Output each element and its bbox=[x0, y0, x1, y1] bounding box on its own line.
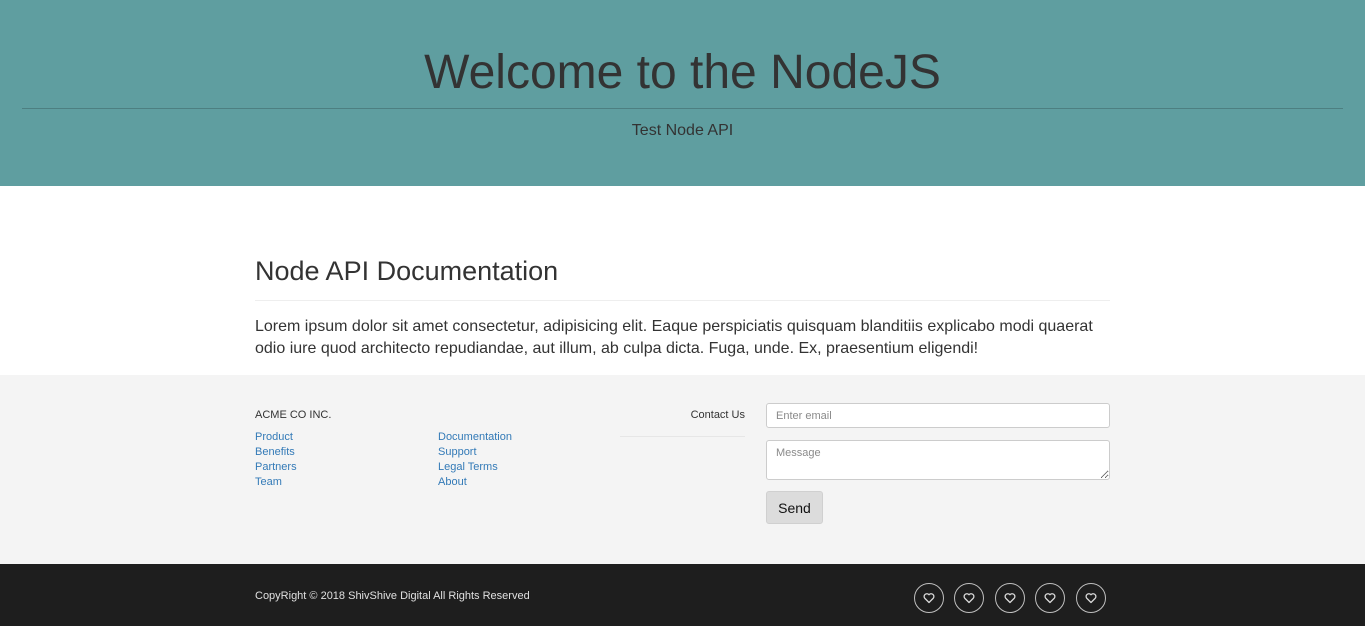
footer: ACME CO INC. Product Benefits Partners T… bbox=[0, 375, 1365, 564]
heart-icon bbox=[1085, 593, 1097, 604]
hero-title: Welcome to the NodeJS bbox=[424, 46, 941, 99]
footer-link-legal-terms[interactable]: Legal Terms bbox=[438, 460, 512, 475]
social-link-2[interactable] bbox=[954, 583, 984, 613]
footer-link-partners[interactable]: Partners bbox=[255, 460, 297, 475]
social-link-3[interactable] bbox=[995, 583, 1025, 613]
bottom-bar: CopyRight © 2018 ShivShive Digital All R… bbox=[0, 564, 1365, 626]
company-name: ACME CO INC. bbox=[255, 409, 332, 421]
social-link-4[interactable] bbox=[1035, 583, 1065, 613]
hero-banner: Welcome to the NodeJS Test Node API bbox=[0, 0, 1365, 186]
footer-link-about[interactable]: About bbox=[438, 475, 512, 490]
heart-icon bbox=[963, 593, 975, 604]
social-link-1[interactable] bbox=[914, 583, 944, 613]
page-title: Node API Documentation bbox=[255, 256, 559, 286]
footer-link-product[interactable]: Product bbox=[255, 430, 297, 445]
footer-link-support[interactable]: Support bbox=[438, 445, 512, 460]
copyright-text: CopyRight © 2018 ShivShive Digital All R… bbox=[255, 590, 530, 602]
hero-divider bbox=[22, 108, 1343, 109]
contact-divider bbox=[620, 436, 745, 437]
footer-link-documentation[interactable]: Documentation bbox=[438, 430, 512, 445]
heart-icon bbox=[1044, 593, 1056, 604]
heart-icon bbox=[1004, 593, 1016, 604]
footer-link-team[interactable]: Team bbox=[255, 475, 297, 490]
heart-icon bbox=[923, 593, 935, 604]
email-field[interactable] bbox=[766, 403, 1110, 428]
social-link-5[interactable] bbox=[1076, 583, 1106, 613]
description-text: Lorem ipsum dolor sit amet consectetur, … bbox=[255, 318, 1093, 357]
footer-links-column-1: Product Benefits Partners Team bbox=[255, 430, 297, 490]
message-field[interactable] bbox=[766, 440, 1110, 480]
hero-subtitle: Test Node API bbox=[631, 122, 734, 139]
footer-links-column-2: Documentation Support Legal Terms About bbox=[438, 430, 512, 490]
content-divider bbox=[255, 300, 1110, 301]
contact-us-label: Contact Us bbox=[690, 409, 745, 421]
send-button[interactable]: Send bbox=[766, 491, 823, 524]
footer-link-benefits[interactable]: Benefits bbox=[255, 445, 297, 460]
